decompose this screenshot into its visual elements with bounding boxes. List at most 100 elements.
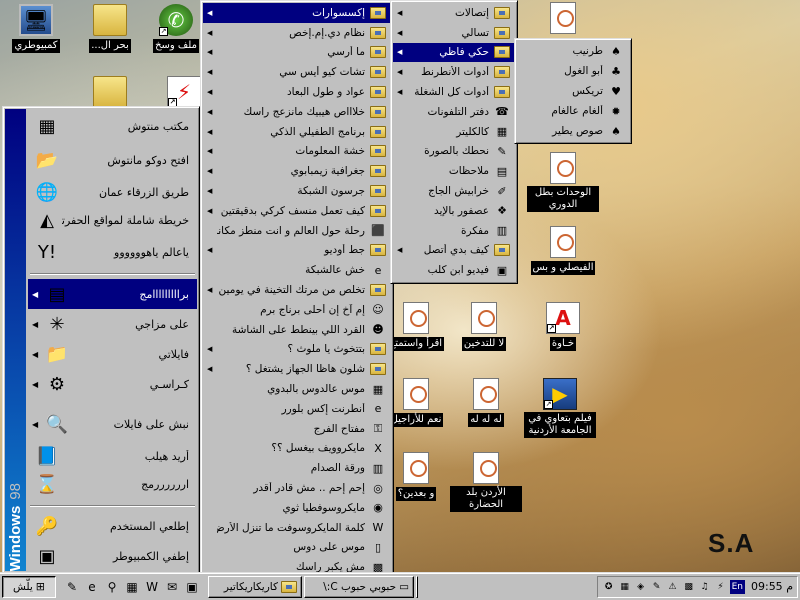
menu-item[interactable]: صوص يطير ♠ [517,121,629,141]
taskbar-button-label: حبوبي حبوب C:\ [323,580,397,593]
menu-item[interactable]: ◀ إتصالات [393,3,515,23]
menu-item[interactable]: ألغام عالغام ✹ [517,101,629,121]
menu-item[interactable]: ◀ جط أوديو [203,241,391,261]
menu-item[interactable]: ◀ برنامج الطفيلي الذكي [203,122,391,142]
start-menu-item[interactable]: ▣ إطفي الكمبيوطر [28,541,197,571]
desktop-icon-label: الفيصلي و بس [530,261,596,275]
menu-item[interactable]: دفتر التلفونات ☎ [393,102,515,122]
start-menu-item[interactable]: Y! ياعالم ياهوووووو [28,237,197,267]
tray-icon[interactable]: ▩ [682,580,696,594]
menu-item[interactable]: فيديو ابن كلب ▣ [393,260,515,280]
quick-launch-icon[interactable]: ✎ [63,578,81,596]
start-menu-item[interactable]: ▦ مكتب منتوش [28,111,197,141]
quick-launch-icon[interactable]: ⚲ [103,578,121,596]
menu-item[interactable]: ورقة الصدام ▥ [203,458,391,478]
start-menu-item[interactable]: ◭ خريطة شاملة لمواقع الحفرتل [28,205,197,235]
start-menu-item[interactable]: 🔍 نبش على فايلات ◀ [28,409,197,439]
tray-icon[interactable]: ⚠ [666,580,680,594]
menu-item[interactable]: تريكس ♥ [517,81,629,101]
desktop-icon-document[interactable]: لا للتدخين [448,302,520,351]
menu-item[interactable]: ◀ تشات كيو أيس سي [203,62,391,82]
menu-item[interactable]: مفكرة ▥ [393,221,515,241]
menu-item[interactable]: ◀ ما أرسي [203,43,391,63]
menu-item[interactable]: ◀ جغرافية زيمبابوي [203,161,391,181]
desktop-icon-document[interactable]: الأردن بلد الحضارة [450,452,522,512]
menu-item[interactable]: ◀ عواد و طول البعاد [203,82,391,102]
menu-item[interactable]: ملاحظات ▤ [393,161,515,181]
desktop-icon-shortcut[interactable]: A ↗ خـاوة [527,302,599,351]
tray-icon[interactable]: ✪ [602,580,616,594]
start-button[interactable]: ⊞ يلّش [2,575,56,598]
menu-item[interactable]: خرابيش الجاج ✐ [393,181,515,201]
quick-launch-icon[interactable]: ▣ [183,578,201,596]
menu-item[interactable]: ◀ بتتخوث يا ملوث ؟ [203,340,391,360]
menu-item[interactable]: ◀ تخلص من مرتك التخينة في يومين [203,280,391,300]
menu-item[interactable]: ◀ شلون هاظا الجهاز يشتغل ؟ [203,359,391,379]
menu-item[interactable]: مفتاح الفرج ⚿ [203,419,391,439]
menu-item[interactable]: نحطك بالصورة ✎ [393,142,515,162]
quick-launch-icon[interactable]: e [83,578,101,596]
clock[interactable]: 09:55 م [747,580,793,593]
menu-item[interactable]: إم آخ إن أحلى برناج برم ☺ [203,300,391,320]
desktop-icon-document[interactable] [527,2,599,36]
quick-launch-icon[interactable]: W [143,578,161,596]
desktop-icon-video[interactable]: ▶ ↗ فيلم بتعاوي في الجامعة الأردنية [522,378,598,438]
tray-icon[interactable]: ✎ [650,580,664,594]
powerpoint-doc-icon [403,452,429,484]
start-menu-item[interactable]: 🌐 طريق الزرقاء عمان [28,177,197,207]
menu-item[interactable]: كلمة المايكروسوفت ما تنزل الأرض W [203,518,391,538]
desktop-icon-document[interactable]: الوحدات بطل الدوري [527,152,599,212]
menu-item[interactable]: كالكليتر ▦ [393,122,515,142]
taskbar-button-folder[interactable] [416,575,418,598]
tray-icon[interactable]: ♫ [698,580,712,594]
menu-item[interactable]: ◀ أدوات كل الشغلة [393,82,515,102]
find-icon: 🔍 [45,413,69,435]
menu-item-label: إم آخ إن أحلى برناج برم [260,303,365,316]
menu-item[interactable]: ◀ تسالي [393,23,515,43]
menu-item[interactable]: إحم إحم .. مش قادر أقدر ◎ [203,478,391,498]
start-menu-item[interactable]: 📁 فايلاتي ◀ [28,339,197,369]
tray-icon[interactable]: ◈ [634,580,648,594]
tray-icon[interactable]: ▦ [618,580,632,594]
desktop-icon-folder[interactable] [74,76,146,110]
menu-item[interactable]: أنطرنت إكس بلورر e [203,399,391,419]
start-menu-item[interactable]: 📘 أريد هيلب [28,441,197,471]
menu-item[interactable]: ◀ حكي فاظي [393,42,515,63]
menu-item[interactable]: عصفور بالإيد ❖ [393,201,515,221]
quick-launch-icon[interactable]: ✉ [163,578,181,596]
menu-item[interactable]: أبو الغول ♣ [517,61,629,81]
start-menu-item[interactable]: 🔑 إطلعي المستخدم [28,511,197,541]
menu-item[interactable]: طرنيب ♠ [517,41,629,61]
menu-item[interactable]: مايكروسوفطيا ثوي ◉ [203,498,391,518]
menu-item[interactable]: ◀ جرسون الشبكة [203,181,391,201]
menu-item[interactable]: ◀ كيف تعمل منسف كركي بدقيقتين [203,201,391,221]
taskbar-button-cartoons[interactable]: كاريكاريكاتير [208,575,302,598]
start-menu-item[interactable]: 📂 افتح دوكو مانتوش [28,145,197,175]
start-menu-item[interactable]: ⚙ كـراسـي ◀ [28,369,197,399]
menu-item[interactable]: موس عالدوس بالبدوي ▦ [203,379,391,399]
start-menu-item[interactable]: ▤ برااااااااامج ◀ [28,279,197,309]
start-menu-item[interactable]: ⌛ اررررررمج [28,469,197,499]
windows-flag-icon: ⊞ [35,580,46,593]
menu-item[interactable]: موس على دوس ▯ [203,538,391,558]
desktop-icon-folder[interactable]: بحر ال... [74,4,146,53]
desktop-icon-my-computer[interactable]: 🖥 كمبيوطري [0,4,72,53]
tray-icon[interactable]: ⚡ [714,580,728,594]
menu-item[interactable]: ◀ خشة المعلومات [203,142,391,162]
menu-item[interactable]: ◀ نظام دي.إم.إخص [203,23,391,43]
menu-item[interactable]: ◀ إكسسوارات [203,3,391,23]
menu-item[interactable]: ◀ كيف بدي أتصل [393,241,515,261]
menu-item[interactable]: القرد اللي بينطط على الشاشة ☻ [203,320,391,340]
taskbar-button-drive-c[interactable]: ▭ حبوبي حبوب C:\ [304,575,414,598]
menu-item[interactable]: ◀ أدوات الأنطرنط [393,62,515,82]
quick-launch-icon[interactable]: ▦ [123,578,141,596]
menu-item[interactable]: ◀ خلاااص هيبيك مانزعج راسك [203,102,391,122]
menu-item[interactable]: رحلة حول العالم و انت منطز مكانك ⬛ [203,221,391,241]
desktop-icon-document[interactable]: الفيصلي و بس [527,226,599,275]
language-indicator[interactable]: En [729,579,745,594]
games-submenu: طرنيب ♠ أبو الغول ♣ تريكس ♥ ألغام عالغام ✹ صوص ي… [514,38,632,144]
menu-item[interactable]: خش عالشبكة e [203,260,391,280]
desktop-icon-document[interactable]: له له له [450,378,522,427]
start-menu-item[interactable]: ✳ على مزاجي ◀ [28,309,197,339]
menu-item[interactable]: مايكروويف بيغسل ؟؟ X [203,439,391,459]
